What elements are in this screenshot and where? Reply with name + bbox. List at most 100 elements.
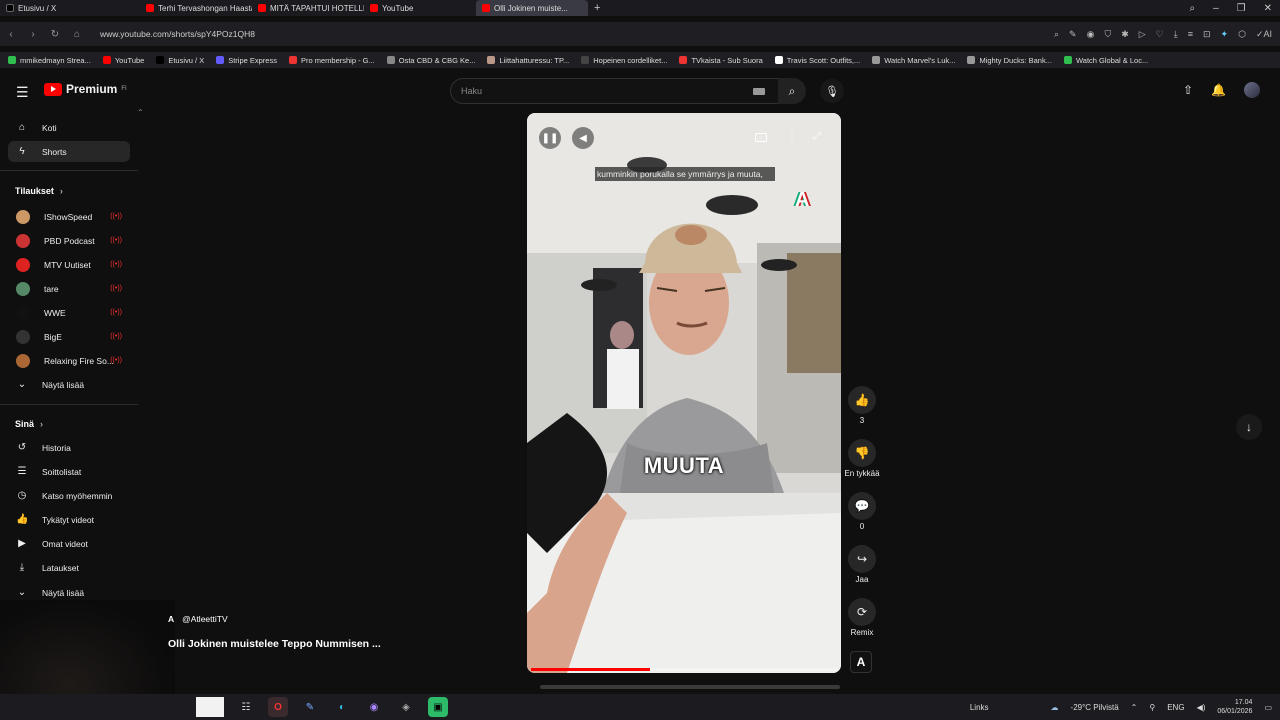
language-indicator[interactable]: ENG: [1167, 703, 1184, 712]
browser-tab-1[interactable]: Terhi Tervashongan Haasta...: [140, 0, 252, 16]
subscriptions-heading[interactable]: Tilaukset ›: [15, 186, 63, 196]
restore-icon[interactable]: ❐: [1237, 3, 1246, 14]
reload-icon[interactable]: ↻: [44, 29, 66, 40]
voice-search-button[interactable]: 🎙: [820, 79, 844, 103]
video-title[interactable]: Olli Jokinen muistelee Teppo Nummisen ..…: [168, 638, 381, 650]
bookmark-item[interactable]: Watch Marvel's Luk...: [872, 56, 955, 65]
lock-icon[interactable]: ⊡: [1203, 29, 1211, 40]
sidebar-item-subscription[interactable]: BigE ((•)): [8, 326, 130, 347]
bookmark-item[interactable]: YouTube: [102, 56, 144, 65]
sidebar-item-subscription[interactable]: MTV Uutiset ((•)): [8, 254, 130, 275]
edit-icon[interactable]: ✎: [1069, 29, 1077, 40]
new-tab-button[interactable]: +: [588, 0, 608, 16]
sidebar-item-watch-later[interactable]: ◷ Katso myöhemmin: [8, 485, 130, 506]
bookmark-item[interactable]: TVkaista - Sub Suora: [679, 56, 763, 65]
edge-browser-icon[interactable]: ◐: [332, 697, 352, 717]
tray-chevron-icon[interactable]: ⌃: [1131, 703, 1138, 712]
remix-button[interactable]: ⟳: [848, 598, 876, 626]
notifications-icon[interactable]: ▭: [1264, 703, 1272, 712]
links-toolbar[interactable]: Links: [970, 703, 989, 712]
next-short-button[interactable]: ↓: [1236, 414, 1262, 440]
task-view-icon[interactable]: ☷: [236, 697, 256, 717]
search-button[interactable]: ⌕: [778, 78, 806, 104]
channel-row[interactable]: A @AtleettiTV: [168, 614, 381, 624]
like-button[interactable]: 👍: [848, 386, 876, 414]
search-input[interactable]: Haku: [450, 78, 780, 104]
browser-tab-0[interactable]: Etusivu / X: [0, 0, 140, 16]
shield-icon[interactable]: ⛉: [1104, 29, 1111, 40]
channel-avatar-button[interactable]: A: [850, 651, 872, 673]
clock[interactable]: 17.04 06/01/2026: [1217, 698, 1252, 716]
network-icon[interactable]: ⚲: [1149, 703, 1155, 712]
show-more-button[interactable]: ⌄ Näytä lisää: [8, 374, 130, 395]
sidebar-item-subscription[interactable]: Relaxing Fire So... ((•)): [8, 350, 130, 371]
sidebar-item-shorts[interactable]: ϟ Shorts: [8, 141, 130, 162]
close-icon[interactable]: ✕: [1264, 3, 1272, 14]
hamburger-menu-icon[interactable]: ☰: [16, 84, 29, 101]
volume-tray-icon[interactable]: ◀): [1197, 703, 1206, 712]
share-button[interactable]: ↪: [848, 545, 876, 573]
game-app-icon[interactable]: ◈: [396, 697, 416, 717]
recording-app-icon[interactable]: ▣: [428, 697, 448, 717]
bookmark-item[interactable]: Pro membership - G...: [288, 56, 375, 65]
avatar[interactable]: [1244, 82, 1260, 98]
fullscreen-icon[interactable]: ⤢: [813, 131, 821, 142]
upload-icon[interactable]: ⇧: [1183, 83, 1193, 97]
browser-tab-3[interactable]: YouTube: [364, 0, 476, 16]
back-icon[interactable]: ‹: [0, 29, 22, 40]
dislike-button[interactable]: 👎: [848, 439, 876, 467]
play-icon[interactable]: ▷: [1139, 29, 1146, 40]
bookmark-item[interactable]: Travis Scott: Outfits,...: [774, 56, 860, 65]
sidebar-item-home[interactable]: ⌂ Koti: [8, 117, 130, 138]
ai-icon[interactable]: ✦: [1221, 29, 1229, 40]
extension-icon[interactable]: ✱: [1121, 29, 1129, 40]
heart-icon[interactable]: ♡: [1156, 29, 1164, 40]
forward-icon[interactable]: ›: [22, 29, 44, 40]
app-window-icon[interactable]: [196, 697, 224, 717]
bookmark-item[interactable]: Liittahatturessu: TP...: [487, 56, 569, 65]
bookmark-item[interactable]: Stripe Express: [216, 56, 277, 65]
url-field[interactable]: www.youtube.com/shorts/spY4POz1QH8: [100, 29, 255, 39]
discord-icon[interactable]: ◉: [364, 697, 384, 717]
minimize-icon[interactable]: –: [1213, 3, 1219, 14]
zoom-icon[interactable]: ⌕: [1054, 29, 1059, 40]
cube-icon[interactable]: ⬡: [1238, 29, 1246, 40]
bookmark-item[interactable]: Osta CBD & CBG Ke...: [386, 56, 475, 65]
youtube-logo[interactable]: Premium FI: [44, 82, 127, 96]
home-icon[interactable]: ⌂: [66, 29, 88, 40]
menu-icon[interactable]: ≡: [1188, 29, 1193, 39]
download-icon[interactable]: ⤓: [1174, 29, 1178, 40]
video-progress-bar[interactable]: [531, 668, 837, 671]
you-heading[interactable]: Sinä ›: [15, 419, 43, 429]
weather-text[interactable]: -29°C Pilvistä: [1071, 703, 1119, 712]
shorts-video-player[interactable]: ❚❚ ◀ cc ⋮ ⤢ kumminkin porukalla se ymmär…: [527, 113, 841, 673]
comments-button[interactable]: 💬: [848, 492, 876, 520]
search-icon[interactable]: ⌕: [1189, 3, 1195, 14]
bookmark-item[interactable]: Hopeinen cordelliket...: [581, 56, 667, 65]
sidebar-item-your-videos[interactable]: ▶ Omat videot: [8, 533, 130, 554]
camera-icon[interactable]: ◉: [1087, 29, 1095, 40]
keyboard-icon[interactable]: [753, 88, 765, 95]
sidebar-item-history[interactable]: ↺ Historia: [8, 437, 130, 458]
sidebar-item-subscription[interactable]: tare ((•)): [8, 278, 130, 299]
opera-browser-icon[interactable]: O: [268, 697, 288, 717]
sidebar-item-subscription[interactable]: IShowSpeed ((•)): [8, 206, 130, 227]
sidebar-item-liked-videos[interactable]: 👍 Tykätyt videot: [8, 509, 130, 530]
sidebar-item-downloads[interactable]: ⤓ Lataukset: [8, 557, 130, 578]
sidebar-item-subscription[interactable]: WWE ((•)): [8, 302, 130, 323]
bookmark-item[interactable]: Etusivu / X: [156, 56, 204, 65]
more-options-icon[interactable]: ⋮: [787, 131, 797, 142]
browser-tab-2[interactable]: MITÄ TAPAHTUI HOTELLISSA?...: [252, 0, 364, 16]
bookmark-item[interactable]: Watch Global & Loc...: [1063, 56, 1148, 65]
bookmark-item[interactable]: Mighty Ducks: Bank...: [967, 56, 1052, 65]
bell-icon[interactable]: 🔔: [1211, 83, 1226, 97]
editor-app-icon[interactable]: ✎: [300, 697, 320, 717]
sidebar-item-playlists[interactable]: ☰ Soittolistat: [8, 461, 130, 482]
volume-button[interactable]: ◀: [572, 127, 594, 149]
browser-tab-4[interactable]: Olli Jokinen muiste...: [476, 0, 588, 16]
ai-label-icon[interactable]: ✓AI: [1256, 29, 1272, 40]
pause-button[interactable]: ❚❚: [539, 127, 561, 149]
captions-button[interactable]: cc: [755, 133, 767, 142]
sidebar-item-subscription[interactable]: PBD Podcast ((•)): [8, 230, 130, 251]
bookmark-item[interactable]: mmikedmayn Strea...: [8, 56, 91, 65]
